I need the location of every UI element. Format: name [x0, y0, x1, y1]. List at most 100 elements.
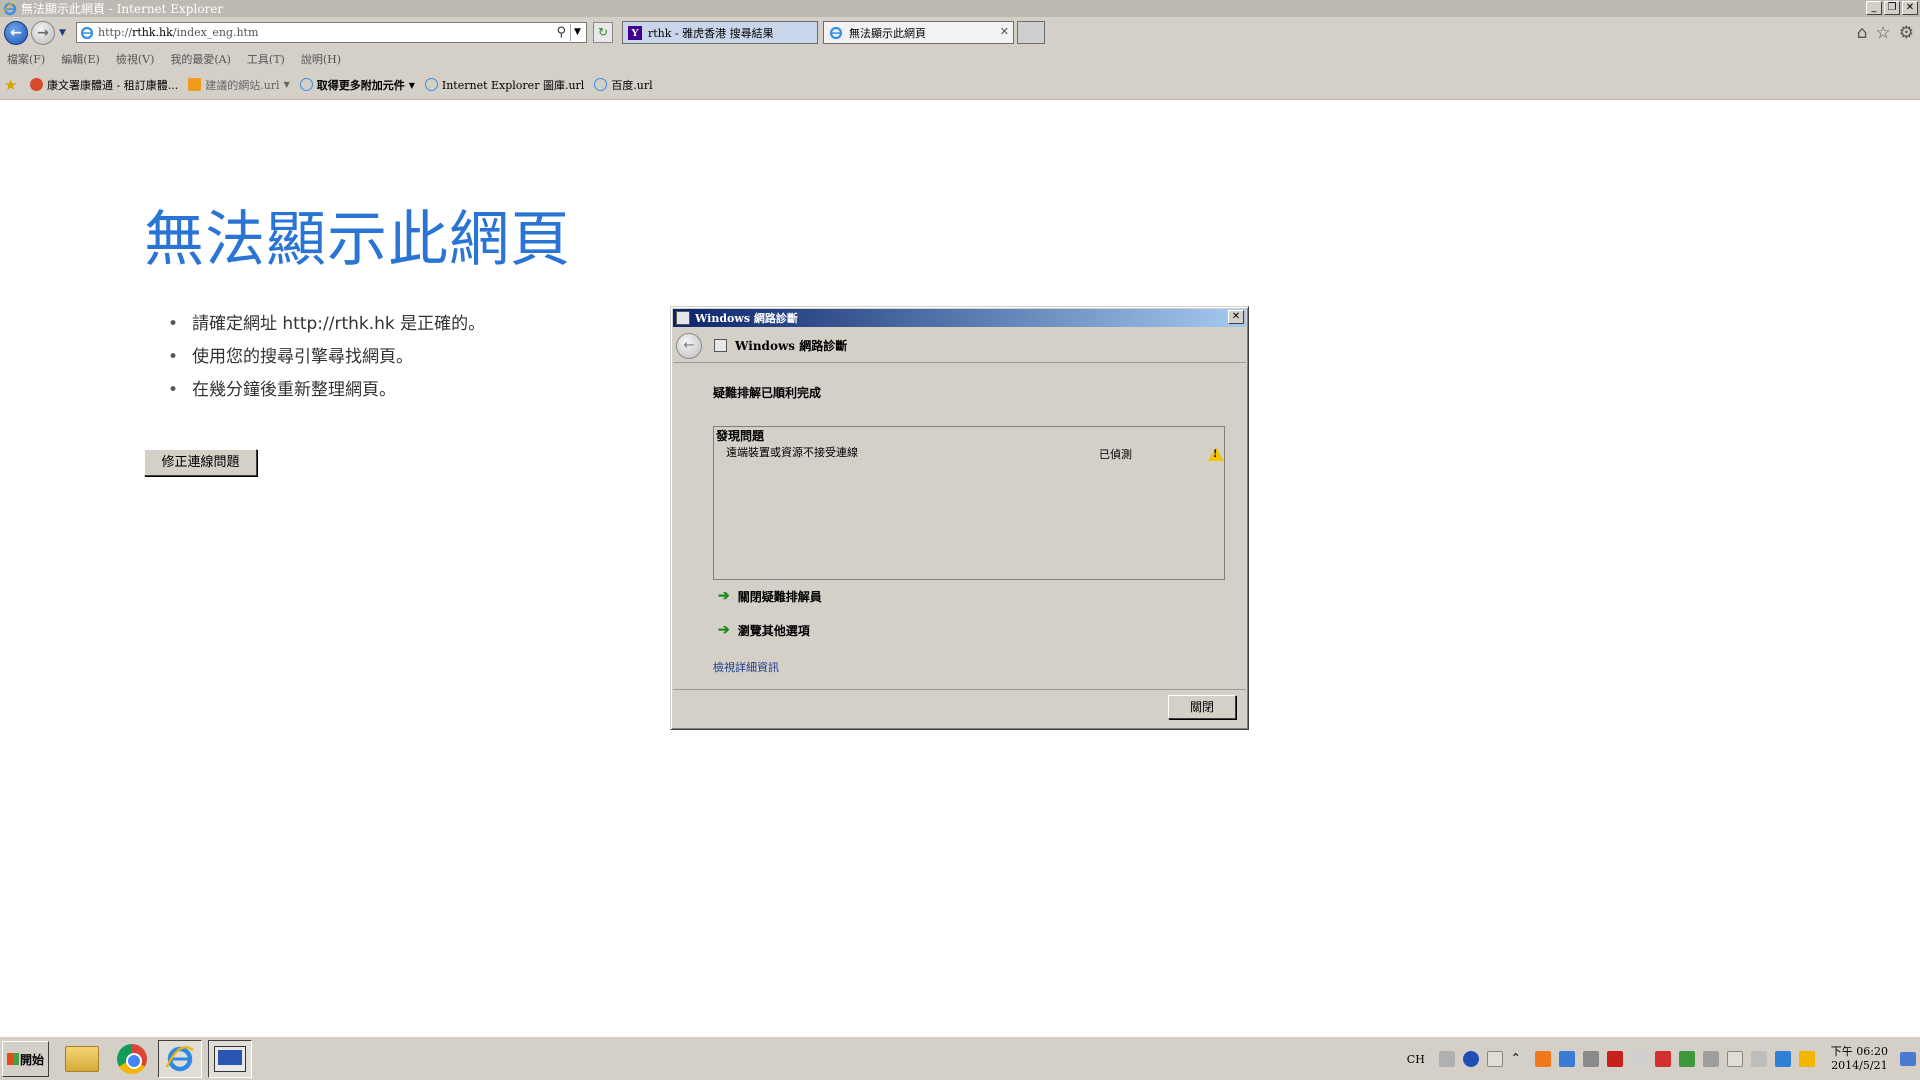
search-icon[interactable]: ⚲	[556, 25, 566, 40]
fav-item-ie-gallery[interactable]: Internet Explorer 圖庫.url	[424, 77, 584, 93]
back-button[interactable]: ←	[4, 21, 28, 45]
dialog-close-button[interactable]: 關閉	[1168, 695, 1236, 719]
menu-bar: 檔案(F) 編輯(E) 檢視(V) 我的最愛(A) 工具(T) 說明(H)	[0, 48, 1920, 70]
help-icon[interactable]	[1462, 1051, 1479, 1067]
menu-help[interactable]: 說明(H)	[301, 51, 341, 67]
display-icon[interactable]	[1750, 1051, 1767, 1067]
issue-row: 遠端裝置或資源不接受連線 已偵測 !	[726, 444, 1224, 462]
refresh-button[interactable]: ↻	[593, 22, 613, 43]
menu-favorites[interactable]: 我的最愛(A)	[170, 51, 231, 67]
taskbar-chrome[interactable]	[110, 1040, 154, 1078]
window-controls: _ ❐ ✕	[1866, 1, 1918, 15]
internet-explorer-icon	[165, 1046, 194, 1072]
dialog-title: Windows 網路診斷	[695, 312, 798, 325]
navigation-bar: ← → ▼ http://rthk.hk/index_eng.htm ⚲ ▼ ↻…	[0, 17, 1920, 48]
dialog-header: ← Windows 網路診斷	[673, 329, 1246, 363]
windows-explorer-icon	[65, 1046, 99, 1072]
google-drive-icon[interactable]	[1798, 1051, 1815, 1067]
addons-icon	[299, 78, 313, 91]
close-troubleshooter-link[interactable]: ➔ 關閉疑難排解員	[718, 586, 822, 606]
tab-error-page[interactable]: 無法顯示此網頁 ✕	[823, 21, 1014, 44]
minimize-button[interactable]: _	[1866, 1, 1882, 15]
list-item: 使用您的搜尋引擎尋找網頁。	[168, 341, 485, 374]
windows-logo-icon	[6, 1053, 19, 1065]
dropbox-icon[interactable]	[1774, 1051, 1791, 1067]
tab-label: 無法顯示此網頁	[849, 26, 926, 40]
action-center-flag-icon[interactable]	[1726, 1051, 1743, 1067]
lcsd-icon	[30, 78, 43, 91]
green-arrow-icon: ➔	[718, 588, 730, 604]
menu-edit[interactable]: 編輯(E)	[61, 51, 100, 67]
language-indicator[interactable]: CH	[1407, 1053, 1425, 1066]
tray-app-icon[interactable]	[1630, 1051, 1647, 1067]
security-icon[interactable]	[1678, 1051, 1695, 1067]
keyboard-icon[interactable]	[1438, 1051, 1455, 1067]
dialog-back-button[interactable]: ←	[676, 332, 702, 359]
menu-file[interactable]: 檔案(F)	[7, 51, 45, 67]
network-diagnostics-icon	[714, 339, 727, 352]
network-tray-icon[interactable]	[1582, 1051, 1599, 1067]
tab-label: rthk - 雅虎香港 搜尋結果	[648, 26, 774, 40]
list-item: 在幾分鐘後重新整理網頁。	[168, 374, 485, 407]
warning-icon: !	[1208, 447, 1224, 461]
fix-connection-button[interactable]: 修正連線問題	[144, 449, 257, 476]
window-titlebar: 無法顯示此網頁 - Internet Explorer _ ❐ ✕	[0, 0, 1920, 17]
taskbar: 開始 CH ⌃ 下午 06:20 2014/5/21	[0, 1036, 1920, 1080]
tab-close-icon[interactable]: ✕	[1000, 25, 1009, 38]
network-diagnostics-icon	[676, 311, 690, 325]
close-window-button[interactable]: ✕	[1902, 1, 1918, 15]
dialog-close-icon[interactable]: ✕	[1228, 310, 1244, 324]
address-bar[interactable]: http://rthk.hk/index_eng.htm ⚲ ▼	[76, 22, 587, 43]
avast-icon[interactable]	[1534, 1051, 1551, 1067]
network-diagnostics-dialog: Windows 網路診斷 ✕ ← Windows 網路診斷 疑難排解已順利完成 …	[670, 306, 1249, 730]
show-hidden-icons-icon[interactable]: ⌃	[1511, 1051, 1527, 1067]
toolbar-right-icons: ⌂ ☆ ⚙	[1857, 23, 1914, 43]
taskbar-network-diagnostics[interactable]	[208, 1040, 252, 1078]
menu-tools[interactable]: 工具(T)	[247, 51, 285, 67]
restore-button[interactable]: ❐	[1884, 1, 1900, 15]
add-favorite-star-icon[interactable]: ★	[4, 77, 20, 93]
forward-button[interactable]: →	[31, 21, 55, 45]
dialog-body: 疑難排解已順利完成 發現問題 遠端裝置或資源不接受連線 已偵測 ! ➔ 關閉疑難…	[673, 363, 1246, 690]
new-tab-button[interactable]	[1017, 21, 1045, 44]
address-url: http://rthk.hk/index_eng.htm	[98, 26, 259, 39]
taskbar-internet-explorer[interactable]	[158, 1040, 202, 1078]
ie-page-icon	[829, 26, 843, 39]
fav-item-suggested-sites[interactable]: 建議的網站.url ▼	[188, 77, 290, 93]
address-dropdown-icon[interactable]: ▼	[570, 24, 584, 41]
fav-item-lcsd[interactable]: 康文署康體通 - 租訂康體...	[30, 77, 178, 93]
recent-pages-dropdown-icon[interactable]: ▼	[59, 28, 66, 38]
dialog-titlebar: Windows 網路診斷 ✕	[673, 309, 1246, 327]
shield-icon[interactable]	[1654, 1051, 1671, 1067]
volume-icon[interactable]	[1702, 1051, 1719, 1067]
ie-gallery-icon	[424, 78, 438, 91]
favorites-star-icon[interactable]: ☆	[1876, 23, 1891, 43]
taskbar-explorer[interactable]	[60, 1040, 104, 1078]
favorites-bar: ★ 康文署康體通 - 租訂康體... 建議的網站.url ▼ 取得更多附加元件 …	[0, 70, 1920, 100]
fav-item-baidu[interactable]: 百度.url	[594, 77, 653, 93]
start-button[interactable]: 開始	[2, 1041, 49, 1077]
green-arrow-icon: ➔	[718, 622, 730, 638]
issue-name: 遠端裝置或資源不接受連線	[726, 446, 858, 459]
explore-options-link[interactable]: ➔ 瀏覽其他選項	[718, 620, 810, 640]
acrobat-icon[interactable]	[1606, 1051, 1623, 1067]
show-desktop-icon[interactable]	[1900, 1052, 1916, 1066]
view-details-link[interactable]: 檢視詳細資訊	[713, 659, 779, 675]
suggested-sites-icon	[188, 78, 202, 91]
menu-view[interactable]: 檢視(V)	[116, 51, 155, 67]
fav-item-addons[interactable]: 取得更多附加元件 ▼	[299, 77, 415, 93]
chrome-icon	[117, 1044, 147, 1074]
app-tray-icon[interactable]	[1558, 1051, 1575, 1067]
ime-icon[interactable]	[1486, 1051, 1503, 1067]
troubleshoot-status: 疑難排解已順利完成	[713, 386, 822, 400]
baidu-icon	[594, 78, 608, 91]
gear-icon[interactable]: ⚙	[1899, 23, 1914, 43]
home-icon[interactable]: ⌂	[1857, 23, 1868, 43]
tab-yahoo-search[interactable]: Y rthk - 雅虎香港 搜尋結果	[622, 21, 818, 44]
chevron-down-icon: ▼	[408, 79, 415, 90]
dialog-header-title: Windows 網路診斷	[735, 339, 848, 353]
page-ie-icon	[80, 26, 94, 39]
suggestion-list: 請確定網址 http://rthk.hk 是正確的。 使用您的搜尋引擎尋找網頁。…	[168, 308, 485, 407]
system-tray: CH ⌃ 下午 06:20 2014/5/21	[1407, 1037, 1920, 1080]
taskbar-clock[interactable]: 下午 06:20 2014/5/21	[1831, 1045, 1888, 1073]
